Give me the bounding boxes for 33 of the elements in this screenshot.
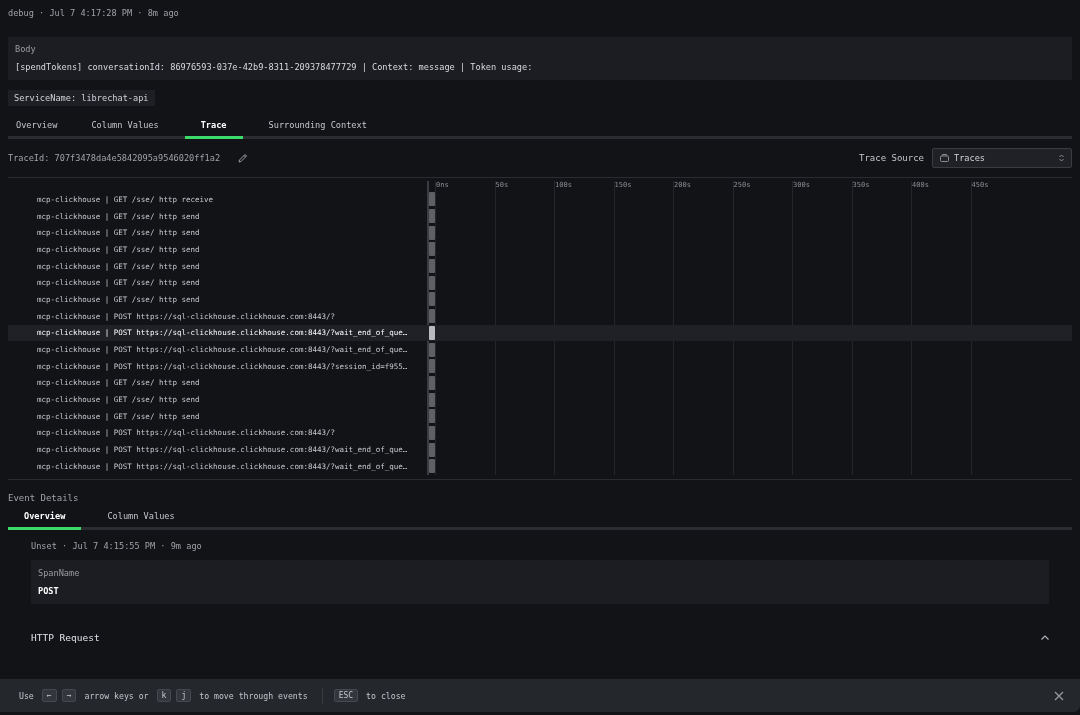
trace-source-label: Trace Source: [858, 153, 924, 163]
trace-id: TraceId: 707f3478da4e5842095a9546020ff1a2: [8, 153, 221, 163]
trace-source-select[interactable]: Traces: [932, 148, 1072, 168]
service-tag: ServiceName: librechat-api: [8, 90, 155, 106]
database-icon: [940, 154, 949, 162]
span-bar[interactable]: [429, 325, 435, 340]
key-hint: ESC: [333, 689, 359, 702]
select-chevron-icon: [1059, 154, 1064, 162]
hint-text: to close: [366, 690, 406, 701]
tab[interactable]: Trace: [184, 116, 243, 139]
collapse-caret-icon[interactable]: [1041, 634, 1049, 640]
key-hint: ←: [41, 689, 57, 702]
hint-text: to move through events: [199, 690, 308, 701]
field-label: SpanName: [38, 567, 81, 578]
close-icon[interactable]: [1054, 690, 1064, 701]
key-hint: j: [176, 689, 192, 702]
event-meta: Unset · Jul 7 4:15:55 PM · 9m ago: [31, 540, 203, 551]
tab[interactable]: Overview: [8, 506, 82, 530]
edit-pencil-icon[interactable]: [238, 153, 249, 163]
field-value: POST: [38, 585, 60, 596]
tab[interactable]: Overview: [8, 116, 66, 139]
key-hint: →: [61, 689, 77, 702]
section-title: Event Details: [8, 492, 80, 503]
body-label: Body: [15, 44, 37, 54]
key-hint: k: [156, 689, 172, 702]
section-heading: HTTP Request: [31, 631, 100, 643]
tab[interactable]: Column Values: [83, 116, 167, 139]
tab[interactable]: Column Values: [99, 506, 183, 530]
log-meta: debug · Jul 7 4:17:28 PM · 8m ago: [8, 7, 180, 20]
body-text: [spendTokens] conversationId: 86976593-037e-42b9-8311-209378477729 | Context: message | Token usage:: [15, 62, 534, 72]
tab[interactable]: Surrounding Context: [260, 116, 375, 139]
hint-text: arrow keys or: [84, 690, 149, 701]
hint-text: Use: [19, 690, 34, 701]
